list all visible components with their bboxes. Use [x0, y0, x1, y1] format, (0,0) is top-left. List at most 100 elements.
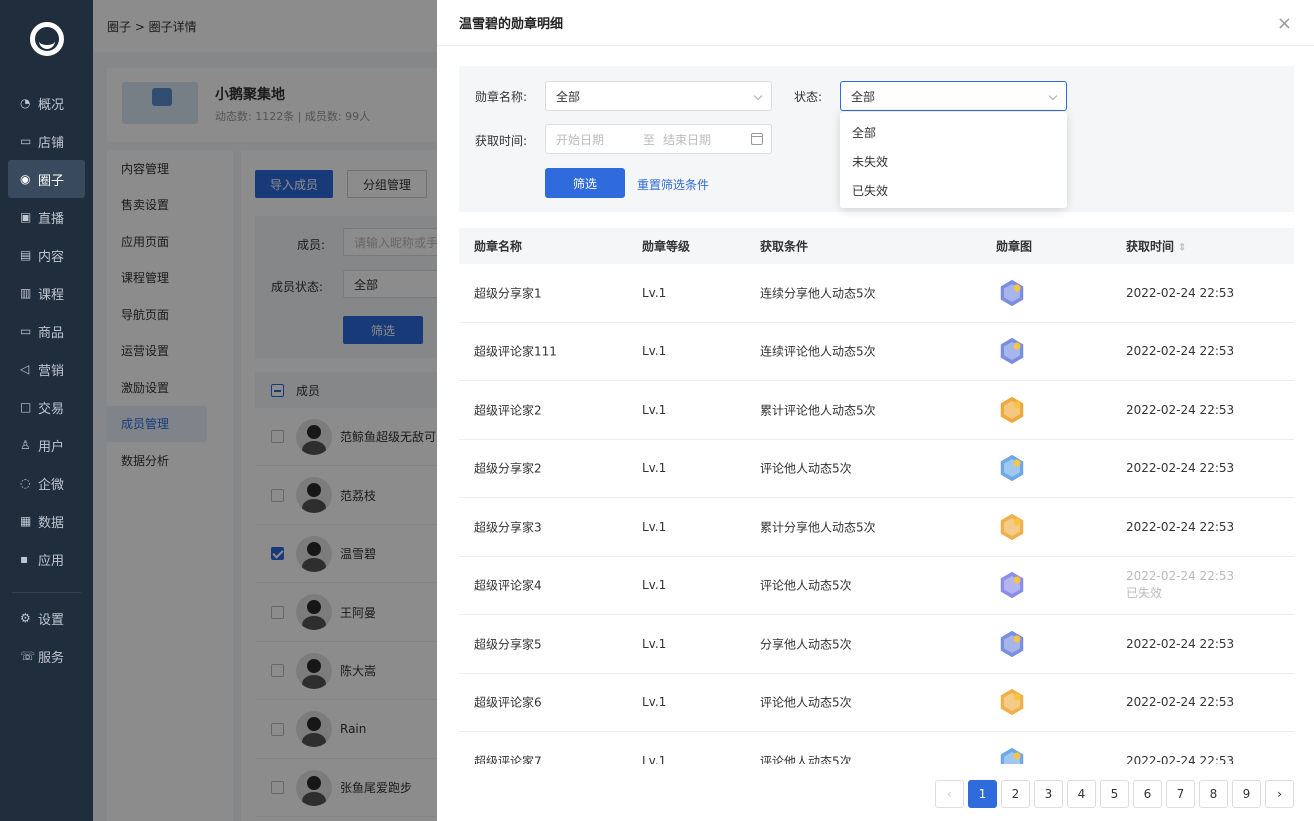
service-icon: ☏ [20, 649, 36, 663]
status-select[interactable]: 全部 [840, 81, 1067, 111]
page-9-button[interactable]: 9 [1232, 780, 1261, 808]
nav-item-2[interactable]: ▭ 店铺 [0, 122, 93, 160]
column-medal-image: 勋章图 [996, 239, 1033, 254]
medal-level-cell: Lv.1 [642, 285, 667, 300]
page-1-button[interactable]: 1 [968, 780, 997, 808]
filter-button[interactable]: 筛选 [545, 168, 625, 198]
medal-name-cell: 超级分享家2 [474, 461, 542, 476]
medal-name-select[interactable]: 全部 [545, 81, 772, 111]
page-6-button[interactable]: 6 [1133, 780, 1162, 808]
medal-name-label: 勋章名称: [475, 90, 528, 104]
page-7-button[interactable]: 7 [1166, 780, 1195, 808]
nav-item-6[interactable]: ▥ 课程 [0, 274, 93, 312]
date-range-picker[interactable]: 开始日期 至 结束日期 [545, 124, 772, 154]
store-icon: ▭ [20, 134, 32, 148]
obtain-time-cell: 2022-02-24 22:53 [1126, 461, 1235, 476]
page-2-button[interactable]: 2 [1001, 780, 1030, 808]
status-option-1[interactable]: 全部 [840, 118, 1067, 147]
condition-cell: 累计分享他人动态5次 [760, 520, 876, 535]
medal-level-cell: Lv.1 [642, 753, 667, 764]
medal-badge-icon [999, 394, 1025, 425]
obtain-time-cell: 2022-02-24 22:53 [1126, 344, 1235, 359]
pagination: ‹ 1 2 3 4 5 6 7 8 9 › [935, 780, 1294, 808]
nav-item-1[interactable]: ◔ 概况 [0, 84, 93, 122]
medal-level-cell: Lv.1 [642, 461, 667, 476]
nav-item-4[interactable]: ▣ 直播 [0, 198, 93, 236]
status-option-3[interactable]: 已失效 [840, 176, 1067, 205]
nav-item-5[interactable]: ▤ 内容 [0, 236, 93, 274]
nav-item-label: 直播 [38, 211, 65, 227]
table-header: 勋章名称 勋章等级 获取条件 勋章图 获取时间 ⇕ [459, 228, 1294, 264]
medal-badge-icon [999, 745, 1025, 764]
time-label: 获取时间: [475, 134, 528, 148]
medal-level-cell: Lv.1 [642, 578, 667, 593]
goods-icon: ▭ [20, 324, 32, 338]
nav-item-label: 商品 [38, 325, 65, 341]
nav-bottom-item-2[interactable]: ☏ 服务 [0, 637, 93, 675]
table-row: 超级评论家6 Lv.1 评论他人动态5次 2022-02-24 22:53 [459, 674, 1294, 732]
calendar-icon [751, 133, 763, 145]
live-icon: ▣ [20, 210, 32, 224]
logo-icon[interactable] [29, 22, 64, 56]
nav-item-8[interactable]: ◁ 营销 [0, 350, 93, 388]
nav-item-12[interactable]: ▦ 数据 [0, 502, 93, 540]
nav-item-label: 企微 [38, 477, 65, 493]
content-icon: ▤ [20, 248, 32, 262]
nav-item-label: 用户 [38, 439, 65, 455]
table-row: 超级分享家1 Lv.1 连续分享他人动态5次 2022-02-24 22:53 [459, 264, 1294, 323]
nav-bottom-item-1[interactable]: ⚙ 设置 [0, 599, 93, 637]
wecom-icon: ◌ [20, 476, 31, 490]
nav-item-label: 数据 [38, 515, 65, 531]
page-4-button[interactable]: 4 [1067, 780, 1096, 808]
end-date-input[interactable]: 结束日期 [663, 131, 711, 148]
status-value: 全部 [851, 89, 876, 104]
page-8-button[interactable]: 8 [1199, 780, 1228, 808]
nav-item-label: 交易 [38, 401, 65, 417]
table-row: 超级评论家2 Lv.1 累计评论他人动态5次 2022-02-24 22:53 [459, 381, 1294, 440]
medal-detail-drawer: 温雪碧的勋章明细 × 勋章名称: 全部 状态: 全部 获取时间: 开始日期 至 … [437, 0, 1314, 821]
table-row: 超级分享家2 Lv.1 评论他人动态5次 2022-02-24 22:53 [459, 440, 1294, 498]
nav-item-label: 店铺 [38, 135, 65, 151]
column-obtain-time[interactable]: 获取时间 ⇕ [1126, 238, 1186, 255]
data-icon: ▦ [20, 514, 32, 528]
drawer-header: 温雪碧的勋章明细 × [437, 0, 1314, 46]
medal-table: 勋章名称 勋章等级 获取条件 勋章图 获取时间 ⇕ 超级分享家1 Lv.1 连续分享他… [459, 228, 1294, 764]
apps-icon: ▪ [20, 552, 29, 566]
condition-cell: 评论他人动态5次 [760, 754, 852, 764]
modal-overlay[interactable] [93, 0, 437, 821]
start-date-input[interactable]: 开始日期 [556, 131, 604, 148]
reset-filter-link[interactable]: 重置筛选条件 [637, 176, 709, 193]
page-5-button[interactable]: 5 [1100, 780, 1129, 808]
page-3-button[interactable]: 3 [1034, 780, 1063, 808]
medal-name-cell: 超级评论家2 [474, 403, 542, 418]
column-medal-name: 勋章名称 [474, 239, 523, 254]
close-icon[interactable]: × [1277, 13, 1292, 34]
nav-item-label: 设置 [38, 612, 65, 628]
nav-item-10[interactable]: ♙ 用户 [0, 426, 93, 464]
chevron-down-icon [753, 91, 763, 101]
nav-item-3[interactable]: ◉ 圈子 [8, 160, 85, 198]
nav-item-9[interactable]: □ 交易 [0, 388, 93, 426]
condition-cell: 分享他人动态5次 [760, 637, 852, 652]
nav-item-13[interactable]: ▪ 应用 [0, 540, 93, 578]
status-option-2[interactable]: 未失效 [840, 147, 1067, 176]
sort-icon[interactable]: ⇕ [1178, 243, 1186, 254]
prev-page-button[interactable]: ‹ [935, 780, 964, 808]
obtain-time-cell: 2022-02-24 22:53 [1126, 285, 1235, 300]
marketing-icon: ◁ [20, 362, 30, 376]
medal-badge-icon [999, 277, 1025, 308]
course-icon: ▥ [20, 286, 32, 300]
medal-level-cell: Lv.1 [642, 519, 667, 534]
drawer-title: 温雪碧的勋章明细 [459, 17, 564, 32]
date-range-separator: 至 [643, 132, 656, 147]
medal-badge-icon [999, 511, 1025, 542]
condition-cell: 连续分享他人动态5次 [760, 286, 876, 301]
medal-name-cell: 超级分享家3 [474, 520, 542, 535]
chart-pie-icon: ◔ [20, 96, 31, 110]
nav-item-11[interactable]: ◌ 企微 [0, 464, 93, 502]
column-medal-level: 勋章等级 [642, 239, 691, 254]
status-dropdown-menu: 全部 未失效 已失效 [840, 112, 1067, 208]
next-page-button[interactable]: › [1265, 780, 1294, 808]
column-condition: 获取条件 [760, 239, 809, 254]
nav-item-7[interactable]: ▭ 商品 [0, 312, 93, 350]
